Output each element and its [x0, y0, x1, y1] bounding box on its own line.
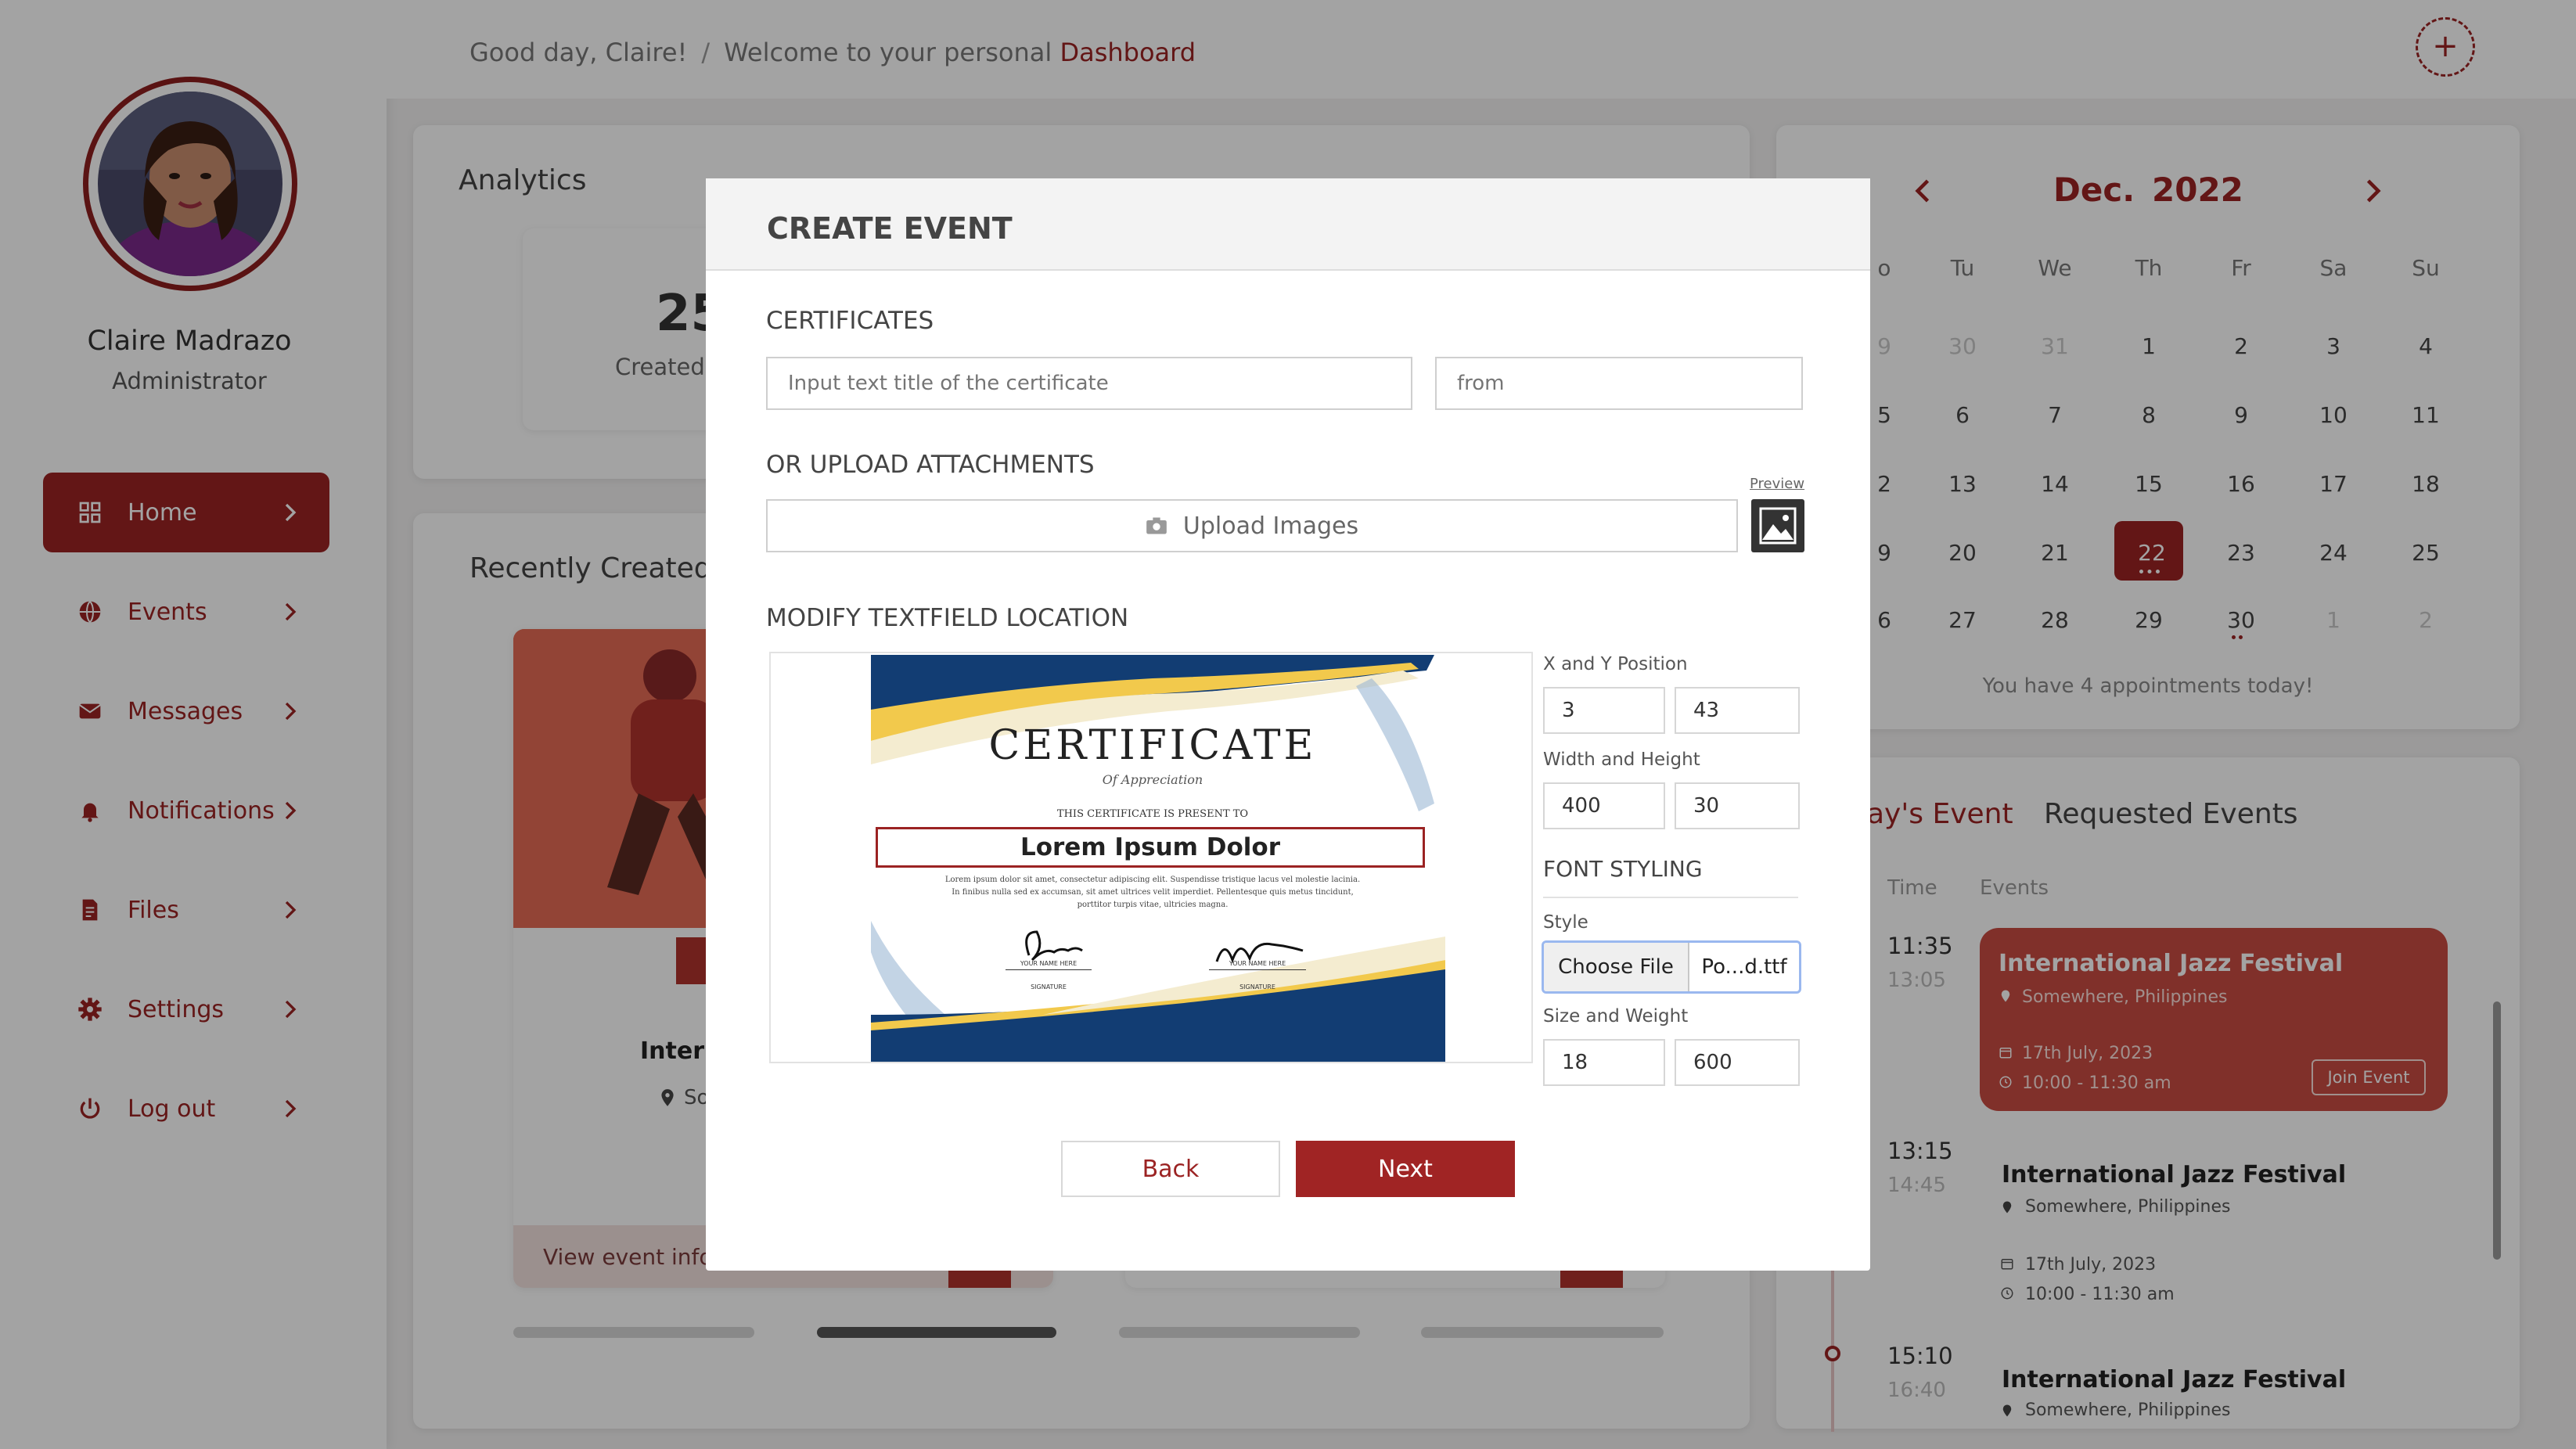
upload-images-button[interactable]: Upload Images — [766, 499, 1738, 552]
modal-title: CREATE EVENT — [767, 211, 1013, 246]
y-position-input[interactable]: 43 — [1675, 687, 1800, 734]
modify-textfield-label: MODIFY TEXTFIELD LOCATION — [766, 604, 1129, 632]
xy-position-label: X and Y Position — [1543, 654, 1688, 674]
signature-line — [1209, 969, 1306, 970]
certificate-heading: CERTIFICATE — [988, 722, 1317, 769]
certificate-name-textfield[interactable]: Lorem Ipsum Dolor — [876, 827, 1425, 868]
certificate-title-input[interactable] — [766, 357, 1412, 410]
signature-name: YOUR NAME HERE — [1020, 960, 1078, 967]
certificate-subheading: Of Appreciation — [1102, 772, 1203, 787]
width-input[interactable]: 400 — [1543, 782, 1665, 829]
certificates-label: CERTIFICATES — [766, 307, 934, 335]
width-height-label: Width and Height — [1543, 750, 1700, 770]
signature-name: YOUR NAME HERE — [1229, 960, 1286, 967]
font-size-input[interactable]: 18 — [1543, 1039, 1665, 1086]
certificate-body-2: In finibus nulla sed ex accumsan, sit am… — [952, 888, 1354, 897]
image-preview-icon[interactable] — [1751, 499, 1804, 552]
font-weight-input[interactable]: 600 — [1675, 1039, 1800, 1086]
certificate-present-line: THIS CERTIFICATE IS PRESENT TO — [1056, 808, 1249, 820]
certificate-preview[interactable]: CERTIFICATE Of Appreciation THIS CERTIFI… — [769, 652, 1533, 1063]
divider — [1543, 897, 1798, 898]
next-button[interactable]: Next — [1296, 1141, 1515, 1197]
size-weight-label: Size and Weight — [1543, 1006, 1689, 1027]
choose-file-button[interactable]: Choose File — [1544, 943, 1689, 991]
signature-label: SIGNATURE — [1031, 983, 1067, 991]
certificate-body-1: Lorem ipsum dolor sit amet, consectetur … — [944, 876, 1361, 884]
font-file-picker[interactable]: Choose File Po...d.ttf — [1542, 940, 1801, 994]
camera-icon — [1146, 517, 1167, 534]
height-input[interactable]: 30 — [1675, 782, 1800, 829]
back-button[interactable]: Back — [1061, 1141, 1280, 1197]
style-label: Style — [1543, 912, 1588, 933]
preview-label[interactable]: Preview — [1750, 476, 1804, 492]
x-position-input[interactable]: 3 — [1543, 687, 1665, 734]
font-styling-label: FONT STYLING — [1543, 856, 1703, 882]
upload-attachments-label: OR UPLOAD ATTACHMENTS — [766, 451, 1095, 479]
signature-label: SIGNATURE — [1239, 983, 1275, 991]
signature-line — [1006, 969, 1092, 970]
upload-images-label: Upload Images — [1182, 512, 1359, 540]
certificate-from-input[interactable] — [1435, 357, 1803, 410]
selected-font-file: Po...d.ttf — [1701, 955, 1787, 979]
certificate-body-3: porttitor turpis vitae, ultricies magna. — [1077, 901, 1229, 909]
